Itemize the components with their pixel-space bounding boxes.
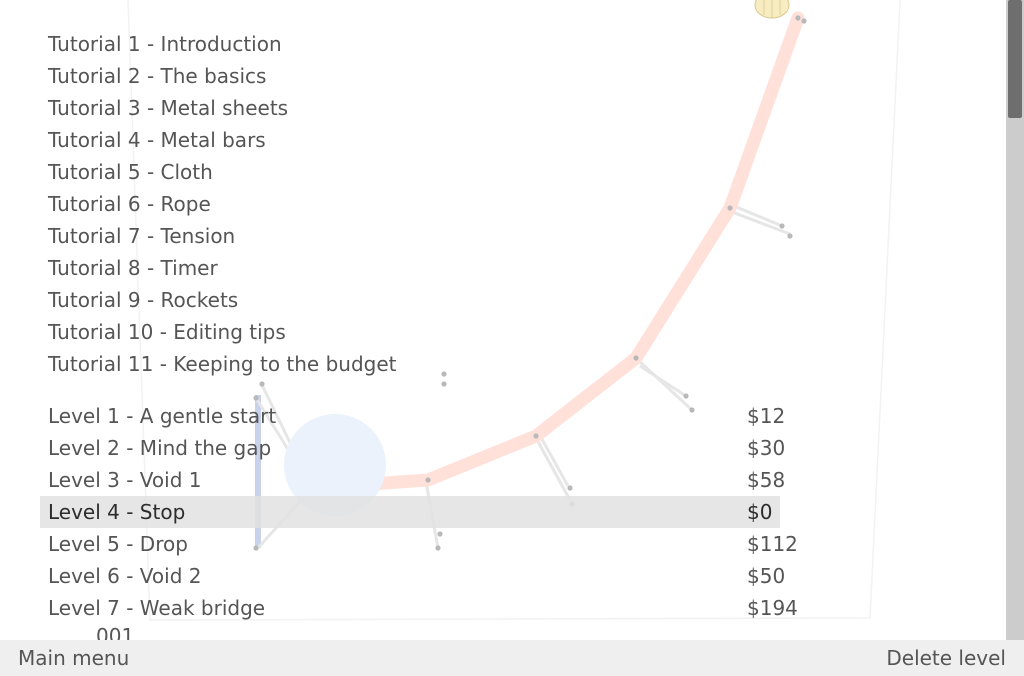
scrollbar-thumb[interactable]: [1008, 0, 1022, 118]
tutorial-item-1[interactable]: Tutorial 1 - Introduction: [40, 28, 780, 60]
tutorial-item-10[interactable]: Tutorial 10 - Editing tips: [40, 316, 780, 348]
tutorial-item-3[interactable]: Tutorial 3 - Metal sheets: [40, 92, 780, 124]
tutorial-item-7[interactable]: Tutorial 7 - Tension: [40, 220, 780, 252]
tutorial-label: Tutorial 5 - Cloth: [48, 160, 213, 184]
level-label: Level 2 - Mind the gap: [48, 436, 272, 460]
tutorial-item-11[interactable]: Tutorial 11 - Keeping to the budget: [40, 348, 780, 380]
level-label: Level 1 - A gentle start: [48, 404, 277, 428]
tutorial-label: Tutorial 11 - Keeping to the budget: [48, 352, 397, 376]
tutorial-label: Tutorial 1 - Introduction: [48, 32, 282, 56]
tutorial-label: Tutorial 6 - Rope: [48, 192, 211, 216]
tutorial-label: Tutorial 7 - Tension: [48, 224, 236, 248]
tutorial-item-9[interactable]: Tutorial 9 - Rockets: [40, 284, 780, 316]
tutorial-label: Tutorial 9 - Rockets: [48, 288, 239, 312]
level-cost: $194: [747, 596, 798, 620]
scrollbar[interactable]: [1006, 0, 1024, 640]
level-item-4-selected[interactable]: Level 4 - Stop $0: [40, 496, 780, 528]
tutorial-label: Tutorial 10 - Editing tips: [48, 320, 286, 344]
tutorial-item-5[interactable]: Tutorial 5 - Cloth: [40, 156, 780, 188]
footer-bar: Main menu Delete level: [0, 640, 1024, 676]
level-cost: $0: [747, 500, 773, 524]
tutorial-item-4[interactable]: Tutorial 4 - Metal bars: [40, 124, 780, 156]
level-cost: $30: [747, 436, 786, 460]
tutorial-item-6[interactable]: Tutorial 6 - Rope: [40, 188, 780, 220]
level-label: Level 5 - Drop: [48, 532, 188, 556]
level-item-3[interactable]: Level 3 - Void 1 $58: [40, 464, 785, 496]
level-cost: $50: [747, 564, 786, 588]
tutorial-item-2[interactable]: Tutorial 2 - The basics: [40, 60, 780, 92]
level-label: Level 4 - Stop: [48, 500, 186, 524]
level-cost: $112: [747, 532, 798, 556]
level-label: Level 6 - Void 2: [48, 564, 202, 588]
tutorial-label: Tutorial 3 - Metal sheets: [48, 96, 289, 120]
level-item-7[interactable]: Level 7 - Weak bridge $194: [40, 592, 798, 624]
main-menu-button[interactable]: Main menu: [18, 640, 129, 676]
level-cost: $12: [747, 404, 786, 428]
tutorial-item-8[interactable]: Tutorial 8 - Timer: [40, 252, 780, 284]
tutorial-label: Tutorial 8 - Timer: [48, 256, 218, 280]
level-item-2[interactable]: Level 2 - Mind the gap $30: [40, 432, 785, 464]
level-item-1[interactable]: Level 1 - A gentle start $12: [40, 400, 785, 432]
delete-level-button[interactable]: Delete level: [886, 640, 1006, 676]
tutorial-label: Tutorial 4 - Metal bars: [48, 128, 266, 152]
level-item-5[interactable]: Level 5 - Drop $112: [40, 528, 798, 560]
level-label: Level 7 - Weak bridge: [48, 596, 266, 620]
level-label: Level 3 - Void 1: [48, 468, 202, 492]
level-cost: $58: [747, 468, 786, 492]
tutorial-label: Tutorial 2 - The basics: [48, 64, 267, 88]
level-item-6[interactable]: Level 6 - Void 2 $50: [40, 560, 785, 592]
